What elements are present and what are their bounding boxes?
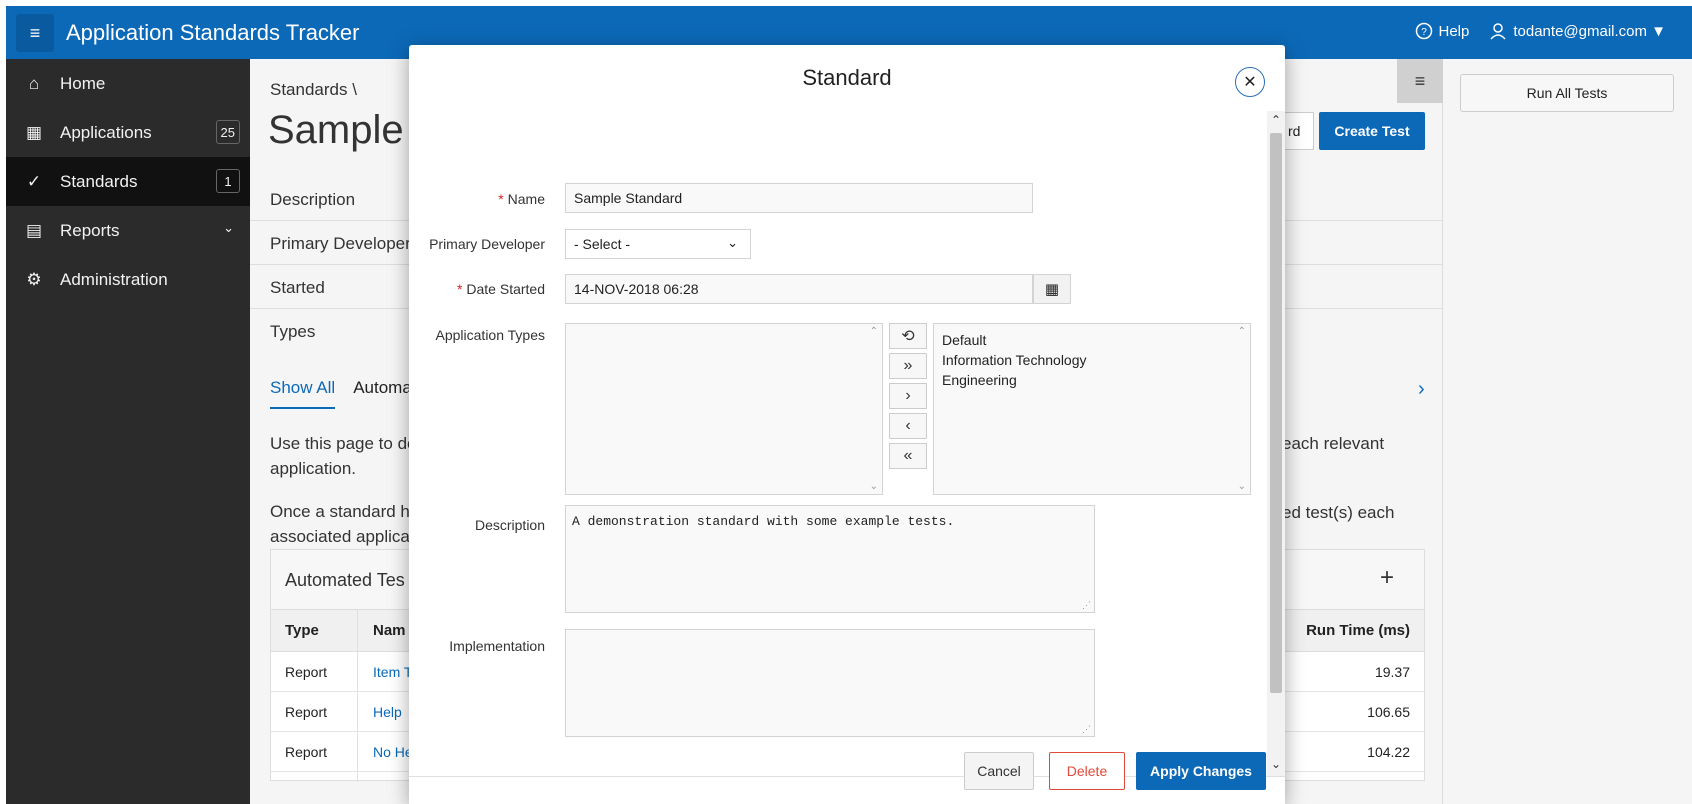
region-title: Automated Tes: [285, 570, 405, 590]
move-all-left-icon[interactable]: «: [889, 443, 927, 469]
sidebar-item-standards[interactable]: ✓ Standards 1: [6, 157, 250, 206]
standard-dialog: Standard ✕ * Name Sample Standard Primary…: [409, 45, 1285, 804]
dialog-body: * Name Sample Standard Primary Developer …: [409, 115, 1267, 775]
help-link[interactable]: ? Help: [1415, 22, 1469, 40]
sidebar-item-applications[interactable]: ▦ Applications 25: [6, 108, 250, 157]
column-header-name[interactable]: Nam: [373, 622, 406, 639]
date-started-field[interactable]: 14-NOV-2018 06:28: [565, 274, 1033, 304]
scroll-up-icon[interactable]: ⌃: [1238, 326, 1246, 337]
move-all-right-icon[interactable]: »: [889, 353, 927, 379]
sidebar-item-home[interactable]: ⌂ Home: [6, 59, 250, 108]
user-icon: [1490, 23, 1506, 40]
cancel-button[interactable]: Cancel: [964, 752, 1034, 790]
info-text: application.: [270, 459, 357, 478]
sidebar-item-reports[interactable]: ▤ Reports ⌄: [6, 206, 250, 255]
implementation-label: Implementation: [449, 638, 545, 654]
list-item[interactable]: Engineering: [942, 370, 1242, 390]
user-menu[interactable]: todante@gmail.com ▼: [1489, 22, 1666, 40]
dialog-title: Standard: [802, 65, 892, 90]
sidebar: ⌂ Home ▦ Applications 25 ✓ Standards 1 ▤…: [6, 59, 250, 804]
add-icon[interactable]: +: [1380, 564, 1394, 592]
info-text: Once a standard ha: [270, 502, 420, 521]
list-item[interactable]: Default: [942, 330, 1242, 350]
resize-handle-icon[interactable]: ⋰: [1082, 725, 1091, 735]
svg-text:?: ?: [1421, 27, 1427, 38]
grid-icon: ▦: [25, 122, 43, 142]
scroll-down-icon[interactable]: ⌄: [1271, 757, 1281, 771]
create-test-button[interactable]: Create Test: [1319, 112, 1425, 150]
scroll-up-icon[interactable]: ⌃: [870, 326, 878, 337]
menu-toggle-button[interactable]: ≡: [16, 14, 54, 52]
close-button[interactable]: ✕: [1235, 67, 1265, 97]
description-label: Description: [474, 517, 545, 533]
application-types-label: Application Types: [435, 327, 545, 343]
calendar-icon: ▦: [1044, 281, 1060, 298]
right-column: [1442, 59, 1692, 804]
chevron-down-icon: ⌄: [727, 235, 738, 250]
home-icon: ⌂: [28, 73, 40, 93]
list-item[interactable]: Information Technology: [942, 350, 1242, 370]
column-header-type[interactable]: Type: [285, 622, 319, 639]
description-textarea[interactable]: A demonstration standard with some examp…: [565, 505, 1095, 613]
detail-label: Description: [270, 190, 356, 209]
tab-bar: Show All Automa: [270, 378, 412, 409]
column-header-runtime[interactable]: Run Time (ms): [1306, 622, 1410, 639]
selected-types-list[interactable]: Default Information Technology Engineeri…: [933, 323, 1251, 495]
required-icon: *: [498, 191, 504, 207]
implementation-textarea[interactable]: ⋰: [565, 629, 1095, 737]
check-icon: ✓: [26, 171, 42, 191]
calendar-button[interactable]: ▦: [1033, 274, 1071, 304]
run-all-tests-button[interactable]: Run All Tests: [1460, 74, 1674, 112]
hamburger-icon: ≡: [29, 23, 41, 43]
shuttle-controls: ⟲ » › ‹ «: [889, 323, 927, 473]
count-badge: 1: [216, 169, 240, 193]
apply-changes-button[interactable]: Apply Changes: [1136, 752, 1266, 790]
hamburger-icon: ≡: [1414, 70, 1426, 91]
primary-developer-select[interactable]: - Select - ⌄: [565, 229, 751, 259]
info-text: Use this page to de: [270, 434, 417, 453]
scroll-up-icon[interactable]: ⌃: [1271, 113, 1281, 127]
tab-automated[interactable]: Automa: [353, 378, 412, 409]
gear-icon: ⚙: [26, 269, 42, 289]
table-icon: ▤: [25, 220, 43, 240]
detail-label: Types: [270, 322, 316, 341]
name-label: * Name: [498, 191, 545, 207]
region-menu-button[interactable]: ≡: [1397, 59, 1443, 103]
move-left-icon[interactable]: ‹: [889, 413, 927, 439]
dialog-scrollbar[interactable]: ⌃ ⌄: [1267, 111, 1285, 776]
chevron-right-icon[interactable]: ›: [1418, 378, 1425, 401]
required-icon: *: [456, 281, 463, 297]
info-text: each relevant: [1282, 434, 1385, 453]
scroll-down-icon[interactable]: ⌄: [870, 481, 878, 492]
tab-show-all[interactable]: Show All: [270, 378, 336, 409]
primary-developer-label: Primary Developer: [429, 236, 545, 252]
available-types-list[interactable]: ⌃ ⌄: [565, 323, 883, 495]
resize-handle-icon[interactable]: ⋰: [1082, 601, 1091, 611]
app-title: Application Standards Tracker: [66, 20, 360, 45]
count-badge: 25: [215, 120, 240, 144]
scroll-thumb[interactable]: [1270, 133, 1282, 693]
close-icon: ✕: [1243, 74, 1257, 91]
move-right-icon[interactable]: ›: [889, 383, 927, 409]
reset-icon[interactable]: ⟲: [889, 323, 927, 349]
info-text: associated applica: [270, 527, 410, 546]
name-field[interactable]: Sample Standard: [565, 183, 1033, 213]
page-title: Sample: [268, 108, 404, 152]
help-icon: ?: [1415, 22, 1432, 40]
chevron-down-icon: ⌄: [223, 220, 234, 235]
detail-label: Started: [270, 278, 325, 297]
detail-label: Primary Developer: [270, 234, 411, 253]
app-window: ≡ Application Standards Tracker ? Help t…: [0, 0, 1692, 804]
info-text: ed test(s) each: [1282, 503, 1395, 522]
delete-button[interactable]: Delete: [1049, 752, 1125, 790]
sidebar-item-administration[interactable]: ⚙ Administration: [6, 255, 250, 304]
scroll-down-icon[interactable]: ⌄: [1238, 481, 1246, 492]
date-started-label: * Date Started: [456, 281, 545, 297]
edit-standard-button[interactable]: rd: [1284, 112, 1314, 150]
breadcrumb[interactable]: Standards \: [270, 80, 357, 100]
